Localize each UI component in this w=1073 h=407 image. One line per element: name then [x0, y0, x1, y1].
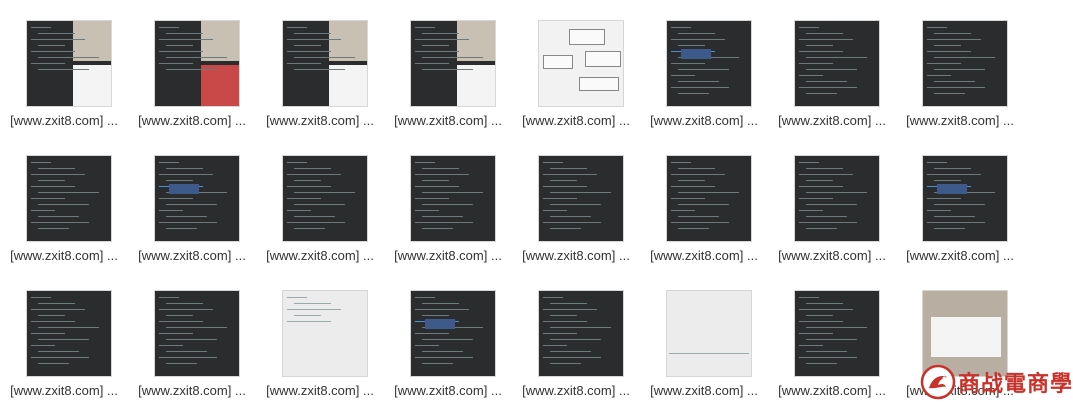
file-item[interactable]: [www.zxit8.com] ...: [384, 135, 512, 263]
file-item[interactable]: [www.zxit8.com] ...: [896, 135, 1024, 263]
file-name[interactable]: [www.zxit8.com] ...: [0, 248, 128, 263]
file-grid: [www.zxit8.com] ... [www.zxit8.com] ... [w…: [0, 0, 1073, 407]
file-item[interactable]: [www.zxit8.com] ...: [0, 135, 128, 263]
file-thumbnail[interactable]: [923, 21, 1007, 106]
file-item[interactable]: [www.zxit8.com] ...: [256, 0, 384, 128]
file-thumbnail[interactable]: [27, 21, 111, 106]
file-thumbnail[interactable]: [667, 156, 751, 241]
file-name[interactable]: [www.zxit8.com] ...: [0, 113, 128, 128]
file-name[interactable]: [www.zxit8.com] ...: [768, 113, 896, 128]
file-thumbnail[interactable]: [539, 21, 623, 106]
file-item[interactable]: [www.zxit8.com] ...: [256, 135, 384, 263]
file-item[interactable]: [www.zxit8.com] ...: [768, 270, 896, 398]
file-thumbnail[interactable]: [539, 156, 623, 241]
file-thumbnail[interactable]: [411, 156, 495, 241]
file-name[interactable]: [www.zxit8.com] ...: [640, 113, 768, 128]
file-thumbnail[interactable]: [283, 291, 367, 376]
file-item[interactable]: [www.zxit8.com] ...: [512, 0, 640, 128]
file-thumbnail[interactable]: [795, 156, 879, 241]
file-item[interactable]: [www.zxit8.com] ...: [512, 270, 640, 398]
file-item[interactable]: [www.zxit8.com] ...: [128, 0, 256, 128]
logo-text: 商战電商學院: [958, 371, 1073, 397]
file-name[interactable]: [www.zxit8.com] ...: [256, 113, 384, 128]
file-item[interactable]: [www.zxit8.com] ...: [128, 270, 256, 398]
file-name[interactable]: [www.zxit8.com] ...: [128, 248, 256, 263]
file-thumbnail[interactable]: [795, 21, 879, 106]
file-thumbnail[interactable]: [539, 291, 623, 376]
file-thumbnail[interactable]: [155, 21, 239, 106]
file-item[interactable]: [www.zxit8.com] ...: [768, 0, 896, 128]
file-thumbnail[interactable]: [667, 291, 751, 376]
file-item[interactable]: [www.zxit8.com] ...: [896, 0, 1024, 128]
file-item[interactable]: [www.zxit8.com] ...: [384, 270, 512, 398]
file-item[interactable]: [www.zxit8.com] ...: [640, 270, 768, 398]
file-thumbnail[interactable]: [155, 156, 239, 241]
file-name[interactable]: [www.zxit8.com] ...: [384, 113, 512, 128]
file-item[interactable]: [www.zxit8.com] ...: [640, 0, 768, 128]
file-item[interactable]: [www.zxit8.com] ...: [640, 135, 768, 263]
file-name[interactable]: [www.zxit8.com] ...: [256, 248, 384, 263]
file-name[interactable]: [www.zxit8.com] ...: [512, 248, 640, 263]
file-name[interactable]: [www.zxit8.com] ...: [256, 383, 384, 398]
watermark-logo: 商战電商學院: [920, 362, 1073, 404]
file-item[interactable]: [www.zxit8.com] ...: [0, 270, 128, 398]
file-name[interactable]: [www.zxit8.com] ...: [768, 383, 896, 398]
file-thumbnail[interactable]: [155, 291, 239, 376]
file-item[interactable]: [www.zxit8.com] ...: [0, 0, 128, 128]
file-thumbnail[interactable]: [27, 156, 111, 241]
file-thumbnail[interactable]: [283, 156, 367, 241]
file-name[interactable]: [www.zxit8.com] ...: [896, 113, 1024, 128]
file-name[interactable]: [www.zxit8.com] ...: [512, 383, 640, 398]
file-item[interactable]: [www.zxit8.com] ...: [256, 270, 384, 398]
file-name[interactable]: [www.zxit8.com] ...: [512, 113, 640, 128]
file-name[interactable]: [www.zxit8.com] ...: [128, 383, 256, 398]
file-name[interactable]: [www.zxit8.com] ...: [384, 248, 512, 263]
file-thumbnail[interactable]: [27, 291, 111, 376]
file-name[interactable]: [www.zxit8.com] ...: [640, 248, 768, 263]
file-name[interactable]: [www.zxit8.com] ...: [128, 113, 256, 128]
file-name[interactable]: [www.zxit8.com] ...: [0, 383, 128, 398]
file-name[interactable]: [www.zxit8.com] ...: [384, 383, 512, 398]
file-item[interactable]: [www.zxit8.com] ...: [128, 135, 256, 263]
file-item[interactable]: [www.zxit8.com] ...: [512, 135, 640, 263]
file-thumbnail[interactable]: [283, 21, 367, 106]
file-item[interactable]: [www.zxit8.com] ...: [768, 135, 896, 263]
file-thumbnail[interactable]: [795, 291, 879, 376]
dragon-logo-icon: [920, 364, 956, 400]
file-thumbnail[interactable]: [667, 21, 751, 106]
file-name[interactable]: [www.zxit8.com] ...: [640, 383, 768, 398]
file-name[interactable]: [www.zxit8.com] ...: [768, 248, 896, 263]
file-name[interactable]: [www.zxit8.com] ...: [896, 248, 1024, 263]
file-thumbnail[interactable]: [411, 21, 495, 106]
file-thumbnail[interactable]: [411, 291, 495, 376]
file-item[interactable]: [www.zxit8.com] ...: [384, 0, 512, 128]
file-thumbnail[interactable]: [923, 156, 1007, 241]
